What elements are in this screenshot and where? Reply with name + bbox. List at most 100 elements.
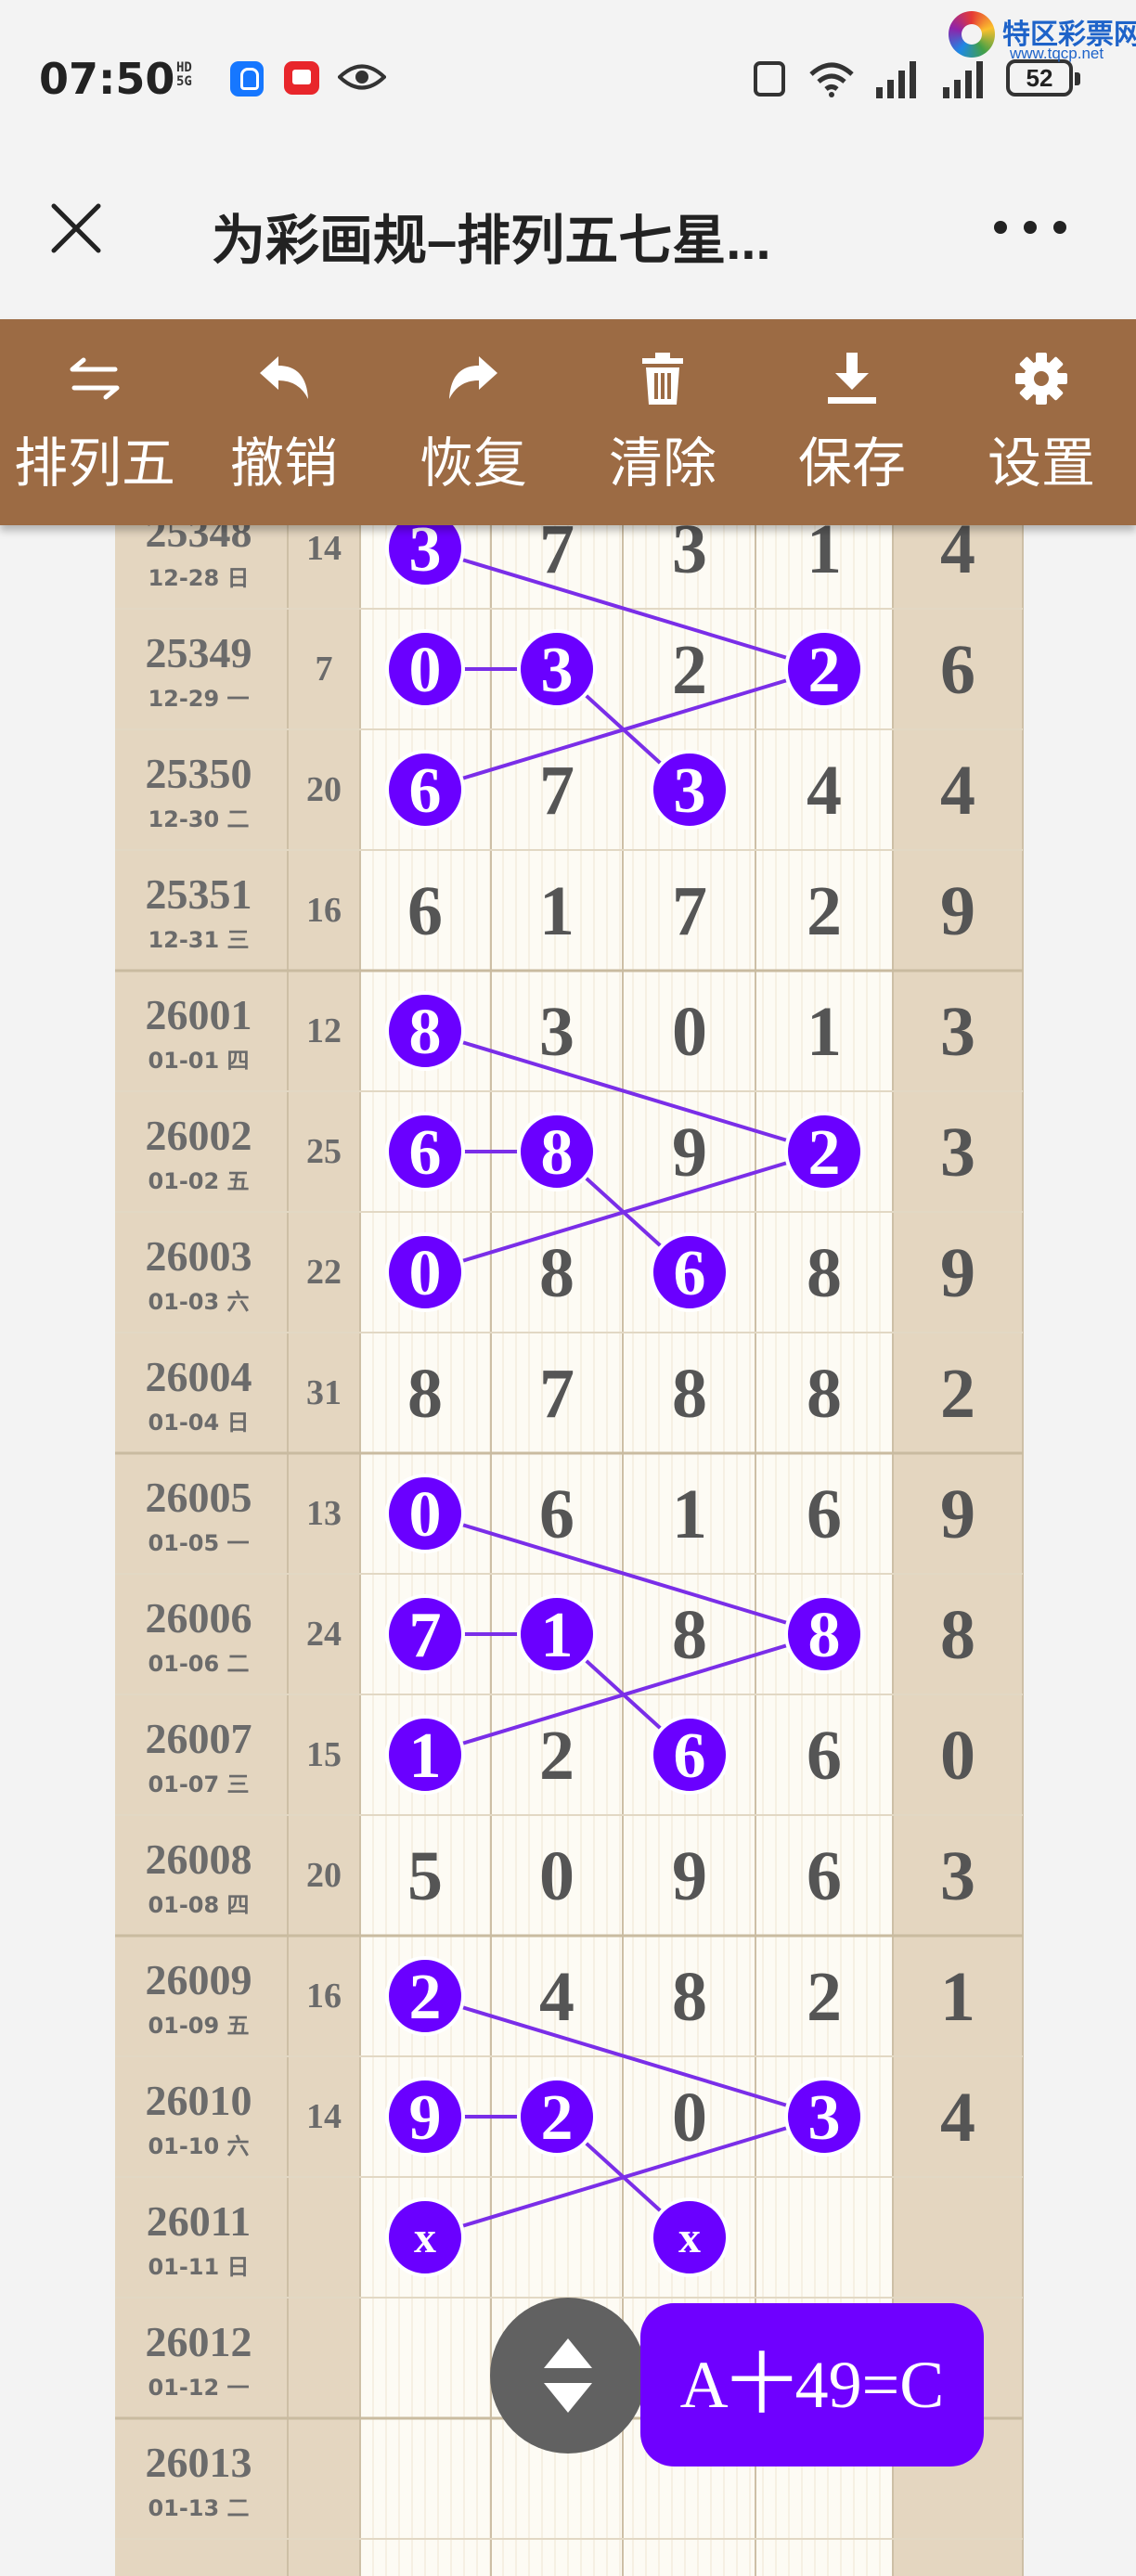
toolbar-label: 清除 (608, 433, 716, 494)
sum-value: 24 (306, 1615, 342, 1654)
digit-cell[interactable]: 3 (940, 993, 975, 1071)
digit-cell[interactable]: 3 (940, 1837, 975, 1915)
issue-date: 01-05 一 (148, 1530, 249, 1556)
issue-number: 26001 (146, 991, 252, 1038)
digit-cell[interactable]: 7 (672, 872, 707, 950)
issue-number: 25349 (146, 629, 252, 676)
sum-value: 15 (306, 1735, 342, 1774)
ball-digit: x (678, 2213, 701, 2262)
undo-icon (260, 356, 308, 399)
ball-digit: 0 (409, 635, 442, 706)
digit-cell[interactable]: 1 (807, 525, 842, 588)
save-button[interactable]: 保存 (757, 319, 947, 525)
sum-value: 20 (306, 770, 342, 809)
digit-cell[interactable]: 9 (672, 1837, 707, 1915)
digit-cell[interactable]: 4 (940, 2079, 975, 2157)
digit-cell[interactable]: 4 (539, 1958, 574, 2036)
clear-button[interactable]: 清除 (568, 319, 757, 525)
digit-cell[interactable]: 8 (407, 1355, 443, 1433)
status-bar: 07:50 HD 5G 52 特区彩票网 www.tqcp.net (0, 0, 1136, 167)
digit-cell[interactable]: 4 (940, 525, 975, 588)
lottery-history-table[interactable]: 25348 12-28 日 14 3 7 3 1 4 25349 12-29 一 7 0 3 2 2 6 253… (0, 525, 1136, 2576)
digit-cell[interactable]: 3 (672, 525, 707, 588)
lightbulb-app-icon (230, 61, 264, 97)
digit-cell[interactable]: 0 (539, 1837, 574, 1915)
digit-cell[interactable]: 8 (672, 1355, 707, 1433)
toolbar: 排列五 撤销 恢复 清除 保存 设置 (0, 319, 1136, 525)
scroll-toggle-button[interactable] (490, 2298, 646, 2454)
digit-cell[interactable]: 3 (940, 1114, 975, 1191)
digit-cell[interactable]: 1 (539, 872, 574, 950)
digit-cell[interactable]: 7 (539, 752, 574, 830)
digit-cell[interactable]: 0 (672, 2079, 707, 2157)
issue-date: 01-01 四 (148, 1048, 249, 1074)
digit-cell[interactable]: 2 (940, 1355, 975, 1433)
issue-date: 01-12 一 (148, 2375, 249, 2401)
digit-cell[interactable]: 9 (672, 1114, 707, 1191)
issue-number: 25351 (146, 870, 252, 918)
ball-digit: 3 (674, 755, 706, 827)
ball-digit: 0 (409, 1479, 442, 1551)
lottery-type-button[interactable]: 排列五 (0, 319, 189, 525)
undo-button[interactable]: 撤销 (189, 319, 379, 525)
sum-value: 14 (306, 529, 342, 568)
digit-cell[interactable]: 6 (807, 1837, 842, 1915)
ball-digit: 2 (541, 2082, 574, 2154)
ball-digit: 3 (808, 2082, 841, 2154)
digit-cell[interactable]: 9 (940, 1234, 975, 1312)
redo-icon (449, 356, 497, 399)
digit-cell[interactable]: 8 (807, 1355, 842, 1433)
digit-cell[interactable]: 2 (807, 872, 842, 950)
digit-cell[interactable]: 5 (407, 1837, 443, 1915)
digit-cell[interactable]: 1 (672, 1475, 707, 1553)
wifi-icon (809, 62, 854, 97)
hd-signal-icon: HD 5G (176, 60, 192, 89)
digit-cell[interactable]: 7 (539, 1355, 574, 1433)
digit-cell[interactable]: 8 (807, 1234, 842, 1312)
issue-date: 01-04 日 (148, 1410, 249, 1436)
digit-cell[interactable]: 6 (407, 872, 443, 950)
digit-cell[interactable]: 8 (940, 1596, 975, 1674)
digit-cell[interactable]: 0 (940, 1717, 975, 1795)
watermark: 特区彩票网 www.tqcp.net (949, 6, 1136, 67)
digit-cell[interactable]: 4 (940, 752, 975, 830)
history-grid[interactable]: 2534812-28 日14 3 7 3 1 42534912-29 一7 0 3 2 2 6253… (0, 525, 1136, 2576)
ball-digit: 6 (674, 1238, 706, 1309)
digit-cell[interactable]: 6 (807, 1475, 842, 1553)
digit-cell[interactable]: 0 (672, 993, 707, 1071)
issue-date: 01-02 五 (148, 1168, 249, 1194)
digit-cell[interactable]: 1 (940, 1958, 975, 2036)
ball-digit: 1 (541, 1600, 574, 1671)
issue-date: 01-03 六 (148, 1289, 249, 1315)
more-icon[interactable] (991, 213, 1069, 241)
digit-cell[interactable]: 8 (672, 1958, 707, 2036)
digit-cell[interactable]: 2 (539, 1717, 574, 1795)
toolbar-label: 设置 (987, 433, 1095, 494)
ball-digit: 3 (541, 635, 574, 706)
digit-cell[interactable]: 3 (539, 993, 574, 1071)
issue-date: 12-29 一 (148, 686, 249, 712)
status-time: 07:50 (39, 54, 175, 104)
digit-cell[interactable]: 1 (807, 993, 842, 1071)
toolbar-label: 排列五 (13, 433, 175, 494)
digit-cell[interactable]: 2 (672, 631, 707, 709)
close-icon[interactable] (48, 200, 104, 256)
digit-cell[interactable]: 6 (539, 1475, 574, 1553)
ball-digit: 2 (808, 635, 841, 706)
digit-cell[interactable]: 2 (807, 1958, 842, 2036)
sum-value: 13 (306, 1494, 342, 1533)
digit-cell[interactable]: 4 (807, 752, 842, 830)
digit-cell[interactable]: 7 (539, 525, 574, 588)
digit-cell[interactable]: 9 (940, 872, 975, 950)
ball-digit: 0 (409, 1238, 442, 1309)
ball-digit: 9 (409, 2082, 442, 2154)
redo-button[interactable]: 恢复 (379, 319, 568, 525)
digit-cell[interactable]: 8 (539, 1234, 574, 1312)
digit-cell[interactable]: 8 (672, 1596, 707, 1674)
ball-digit: 8 (409, 997, 442, 1068)
formula-button[interactable]: A十49=C (640, 2303, 984, 2467)
digit-cell[interactable]: 6 (940, 631, 975, 709)
digit-cell[interactable]: 9 (940, 1475, 975, 1553)
digit-cell[interactable]: 6 (807, 1717, 842, 1795)
settings-button[interactable]: 设置 (947, 319, 1136, 525)
